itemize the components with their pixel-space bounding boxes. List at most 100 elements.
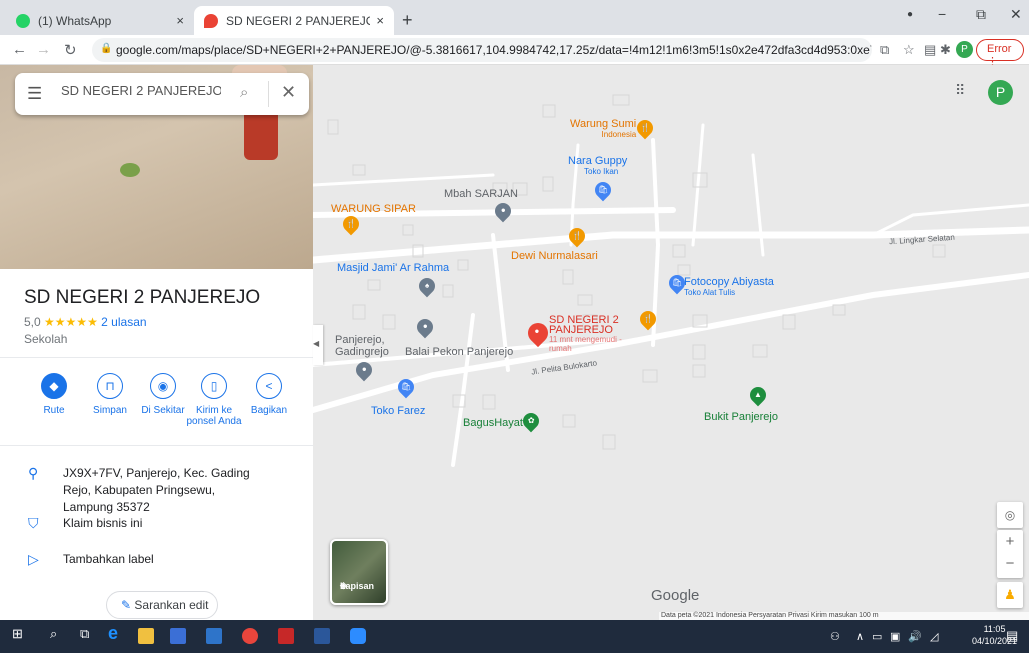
- place-category[interactable]: Sekolah: [24, 332, 67, 346]
- building: [542, 176, 554, 192]
- edge-icon[interactable]: e: [108, 623, 124, 643]
- place-label[interactable]: Dewi Nurmalasari: [511, 250, 598, 262]
- building: [752, 344, 768, 358]
- suggest-edit-label: Sarankan edit: [134, 598, 209, 612]
- selected-place-label[interactable]: SD NEGERI 2 PANJEREJO 11 mnt mengemudi -…: [549, 315, 629, 354]
- zoom-out-button[interactable]: −: [997, 554, 1023, 578]
- rating-value: 5,0: [24, 315, 41, 329]
- word-icon[interactable]: [314, 628, 330, 644]
- whatsapp-icon: [16, 13, 30, 28]
- windows-start-icon[interactable]: ⊞: [12, 626, 28, 642]
- tab-google-maps[interactable]: SD NEGERI 2 PANJEREJO - Googl ×: [194, 6, 394, 35]
- battery-icon[interactable]: ▭: [872, 630, 882, 643]
- install-icon[interactable]: ⧉: [880, 42, 889, 58]
- place-label[interactable]: Nara Guppy Toko Ikan: [568, 155, 627, 176]
- location-pin-icon: ⚲: [28, 465, 39, 481]
- place-subtitle: Toko Alat Tulis: [684, 288, 736, 297]
- save-button[interactable]: ⊓ Simpan: [80, 373, 140, 416]
- close-window-button[interactable]: ✕: [1010, 6, 1022, 23]
- building: [482, 394, 496, 410]
- building: [612, 94, 630, 106]
- place-label[interactable]: Fotocopy Abiyasta Toko Alat Tulis: [684, 276, 774, 297]
- error-button[interactable]: Error ⋮: [976, 39, 1024, 68]
- url-text: google.com/maps/place/SD+NEGERI+2+PANJER…: [116, 43, 872, 57]
- app-icon[interactable]: [278, 628, 294, 644]
- action-label: Kirim ke ponsel Anda: [186, 405, 242, 427]
- people-icon[interactable]: ⚇: [830, 630, 840, 643]
- tab-label: (1) WhatsApp: [38, 13, 112, 28]
- bookmark-star-icon[interactable]: ☆: [903, 42, 915, 58]
- file-explorer-icon[interactable]: [138, 628, 154, 644]
- pegman-icon[interactable]: ♟: [997, 582, 1023, 608]
- extension-icon[interactable]: ▤: [924, 42, 936, 58]
- suggest-edit-button[interactable]: ✎ Sarankan edit: [106, 591, 218, 619]
- error-label: Error: [987, 43, 1012, 55]
- close-tab-icon[interactable]: ×: [376, 13, 384, 28]
- zoom-app-icon[interactable]: [350, 628, 366, 644]
- store-icon[interactable]: [170, 628, 186, 644]
- building: [692, 364, 706, 378]
- building: [442, 284, 454, 298]
- network-icon[interactable]: ▣: [890, 630, 900, 643]
- directions-button[interactable]: ◆ Rute: [24, 373, 84, 416]
- reload-button[interactable]: ↻: [64, 41, 77, 59]
- place-label[interactable]: Panjerejo, Gadingrejo: [335, 334, 389, 358]
- claim-business-row[interactable]: ⛉ Klaim bisnis ini: [0, 515, 313, 535]
- close-icon[interactable]: ✕: [281, 82, 296, 103]
- profile-avatar[interactable]: P: [988, 80, 1013, 105]
- apps-grid-icon[interactable]: ⠿: [955, 82, 965, 99]
- place-label[interactable]: Warung Sumi Indonesia: [570, 118, 636, 139]
- chrome-icon[interactable]: [242, 628, 258, 644]
- building: [692, 344, 706, 360]
- mail-icon[interactable]: [206, 628, 222, 644]
- wifi-icon[interactable]: ◿: [930, 630, 938, 643]
- directions-icon: ◆: [41, 373, 67, 399]
- profile-avatar[interactable]: P: [956, 41, 973, 58]
- rating-row: 5,0 ★★★★★ 2 ulasan: [24, 315, 147, 329]
- back-button[interactable]: ←: [12, 41, 27, 58]
- new-tab-button[interactable]: +: [402, 10, 413, 31]
- place-label[interactable]: Toko Farez: [371, 405, 425, 417]
- place-label[interactable]: Bukit Panjerejo: [704, 411, 778, 423]
- claim-text: Klaim bisnis ini: [63, 516, 143, 530]
- minimize-button[interactable]: −: [938, 6, 946, 22]
- place-label[interactable]: WARUNG SIPAR: [331, 203, 416, 215]
- my-location-button[interactable]: ◎: [997, 502, 1023, 528]
- add-label-text: Tambahkan label: [63, 552, 154, 566]
- volume-icon[interactable]: 🔊: [908, 630, 922, 643]
- url-bar[interactable]: 🔒 google.com/maps/place/SD+NEGERI+2+PANJ…: [92, 38, 872, 62]
- building: [562, 414, 576, 428]
- building: [352, 164, 366, 176]
- address-row[interactable]: ⚲ JX9X+7FV, Panjerejo, Kec. Gading Rejo,…: [0, 465, 313, 514]
- send-to-phone-button[interactable]: ▯ Kirim ke ponsel Anda: [184, 373, 244, 427]
- close-tab-icon[interactable]: ×: [176, 13, 184, 28]
- map-canvas[interactable]: Jl. Lingkar Selatan Jl. Pelita Bulokarto…: [313, 65, 1029, 620]
- tab-label: SD NEGERI 2 PANJEREJO - Googl: [226, 13, 371, 28]
- puzzle-icon[interactable]: ✱: [940, 42, 951, 58]
- road: [313, 173, 495, 187]
- menu-icon[interactable]: ☰: [27, 84, 42, 104]
- forward-button[interactable]: →: [36, 41, 51, 58]
- search-icon[interactable]: ⌕: [50, 626, 66, 642]
- place-label[interactable]: Masjid Jami' Ar Rahma: [337, 262, 449, 274]
- place-subtitle: Toko Ikan: [584, 167, 619, 176]
- add-label-row[interactable]: ▷ Tambahkan label: [0, 551, 313, 571]
- place-label[interactable]: Balai Pekon Panjerejo: [405, 346, 513, 358]
- zoom-in-button[interactable]: +: [997, 530, 1023, 554]
- place-label[interactable]: Mbah SARJAN: [444, 188, 518, 200]
- task-view-icon[interactable]: ⧉: [80, 626, 96, 642]
- place-label[interactable]: BagusHayat: [463, 417, 523, 429]
- maximize-button[interactable]: ⧉: [976, 6, 986, 23]
- building: [562, 269, 574, 285]
- layers-button[interactable]: ◈ Lapisan: [330, 539, 388, 605]
- tab-whatsapp[interactable]: (1) WhatsApp ×: [6, 6, 194, 35]
- chevron-up-icon[interactable]: ∧: [856, 630, 864, 643]
- collapse-panel-button[interactable]: ◀: [313, 325, 323, 365]
- share-button[interactable]: < Bagikan: [239, 373, 299, 416]
- divider: [268, 81, 269, 107]
- reviews-link[interactable]: 2 ulasan: [101, 315, 146, 329]
- building: [382, 314, 396, 330]
- notification-icon[interactable]: ▤: [1006, 628, 1018, 644]
- search-icon[interactable]: ⌕: [240, 84, 248, 101]
- search-input[interactable]: [61, 83, 221, 98]
